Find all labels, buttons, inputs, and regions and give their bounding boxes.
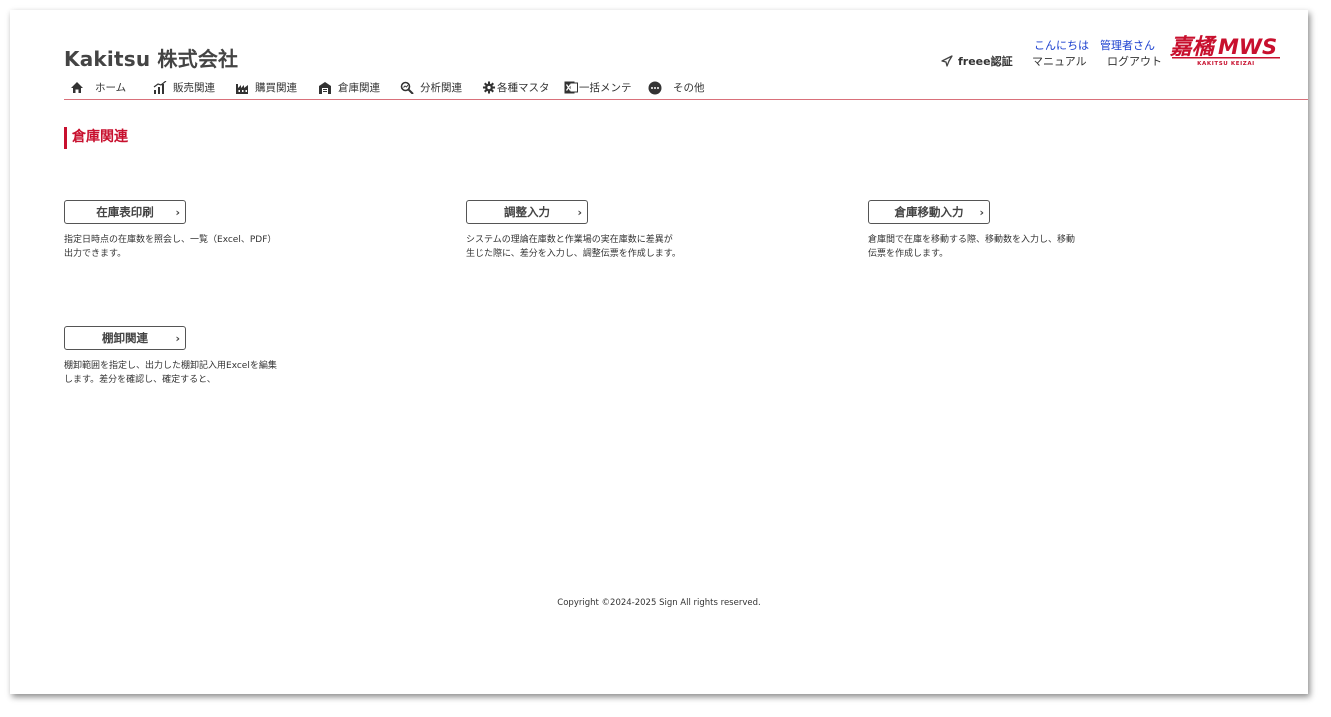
nav-label: その他	[673, 82, 705, 94]
freee-auth-link[interactable]: freee認証	[941, 53, 1013, 69]
nav-item-masters[interactable]: 各種マスタ	[482, 80, 550, 95]
warehouse-icon	[319, 82, 331, 94]
footer-copyright: Copyright ©2024-2025 Sign All rights res…	[557, 598, 761, 608]
svg-text:嘉橘: 嘉橘	[1170, 35, 1218, 60]
nav-label: 販売関連	[173, 82, 215, 94]
manual-link[interactable]: マニュアル	[1032, 53, 1087, 69]
home-icon	[71, 82, 83, 93]
nav-label: 分析関連	[420, 82, 462, 94]
gear-icon	[482, 81, 496, 94]
adjustment-entry-button[interactable]: 調整入力 ›	[466, 200, 588, 224]
nav-item-warehouse[interactable]: 倉庫関連	[318, 80, 380, 95]
nav-item-home[interactable]: ホーム	[70, 80, 126, 95]
svg-text:KAKITSU KEIZAI: KAKITSU KEIZAI	[1197, 61, 1255, 67]
card-adjustment-entry: 調整入力 › システムの理論在庫数と作業場の実在庫数に差異が生じた際に、差分を入…	[466, 200, 696, 261]
chevron-right-icon: ›	[577, 206, 582, 219]
inventory-print-button[interactable]: 在庫表印刷 ›	[64, 200, 186, 224]
page-title: 倉庫関連	[64, 127, 128, 149]
nav-label: 倉庫関連	[338, 82, 380, 94]
logout-label: ログアウト	[1107, 55, 1162, 68]
nav-divider	[64, 99, 1308, 100]
user-name-link[interactable]: 管理者さん	[1100, 37, 1155, 53]
freee-bird-icon	[941, 55, 953, 67]
company-name: Kakitsu 株式会社	[64, 47, 239, 71]
nav-label: 購買関連	[255, 82, 297, 94]
card-description: 倉庫間で在庫を移動する際、移動数を入力し、移動伝票を作成します。	[868, 235, 1076, 259]
nav-item-other[interactable]: その他	[648, 80, 705, 95]
nav-label: ホーム	[95, 82, 127, 94]
chevron-right-icon: ›	[175, 332, 180, 345]
excel-icon	[564, 81, 578, 94]
card-inventory-print: 在庫表印刷 › 指定日時点の在庫数を照会し、一覧（Excel、PDF）出力できま…	[64, 200, 294, 261]
stocktaking-button[interactable]: 棚卸関連 ›	[64, 326, 186, 350]
svg-text:MWS: MWS	[1218, 35, 1277, 59]
manual-label: マニュアル	[1032, 55, 1087, 68]
more-icon	[648, 81, 662, 94]
nav-item-purchase[interactable]: 購買関連	[235, 80, 297, 95]
freee-auth-label: freee認証	[958, 55, 1013, 68]
button-label: 棚卸関連	[102, 331, 148, 345]
button-label: 調整入力	[504, 205, 550, 219]
warehouse-transfer-button[interactable]: 倉庫移動入力 ›	[868, 200, 990, 224]
nav-label: 各種マスタ	[497, 82, 550, 94]
app-window: Kakitsu 株式会社 こんにちは 管理者さん freee認証 マニュアル ロ…	[10, 10, 1308, 694]
card-description: システムの理論在庫数と作業場の実在庫数に差異が生じた際に、差分を入力し、調整伝票…	[466, 235, 681, 259]
chevron-right-icon: ›	[175, 206, 180, 219]
greeting-text: こんにちは	[1034, 39, 1089, 52]
card-warehouse-transfer: 倉庫移動入力 › 倉庫間で在庫を移動する際、移動数を入力し、移動伝票を作成します…	[868, 200, 1098, 261]
button-label: 倉庫移動入力	[894, 205, 964, 219]
sales-chart-icon	[153, 81, 167, 94]
card-description: 棚卸範囲を指定し、出力した棚卸記入用Excelを編集します。差分を確認し、確定す…	[64, 361, 277, 385]
logout-link[interactable]: ログアウト	[1107, 53, 1162, 69]
nav-label: 一括メンテ	[579, 82, 632, 94]
button-label: 在庫表印刷	[96, 205, 154, 219]
card-description: 指定日時点の在庫数を照会し、一覧（Excel、PDF）出力できます。	[64, 235, 277, 259]
brand-logo[interactable]: 嘉橘 MWS KAKITSU KEIZAI	[1169, 32, 1282, 68]
nav-item-sales[interactable]: 販売関連	[153, 80, 215, 95]
card-stocktaking: 棚卸関連 › 棚卸範囲を指定し、出力した棚卸記入用Excelを編集します。差分を…	[64, 326, 294, 387]
factory-icon	[236, 84, 248, 94]
nav-item-analysis[interactable]: 分析関連	[400, 80, 462, 95]
nav-item-bulk-maintenance[interactable]: 一括メンテ	[564, 80, 632, 95]
analysis-icon	[400, 81, 414, 94]
chevron-right-icon: ›	[979, 206, 984, 219]
brand-logo-image: 嘉橘 MWS KAKITSU KEIZAI	[1169, 35, 1280, 67]
